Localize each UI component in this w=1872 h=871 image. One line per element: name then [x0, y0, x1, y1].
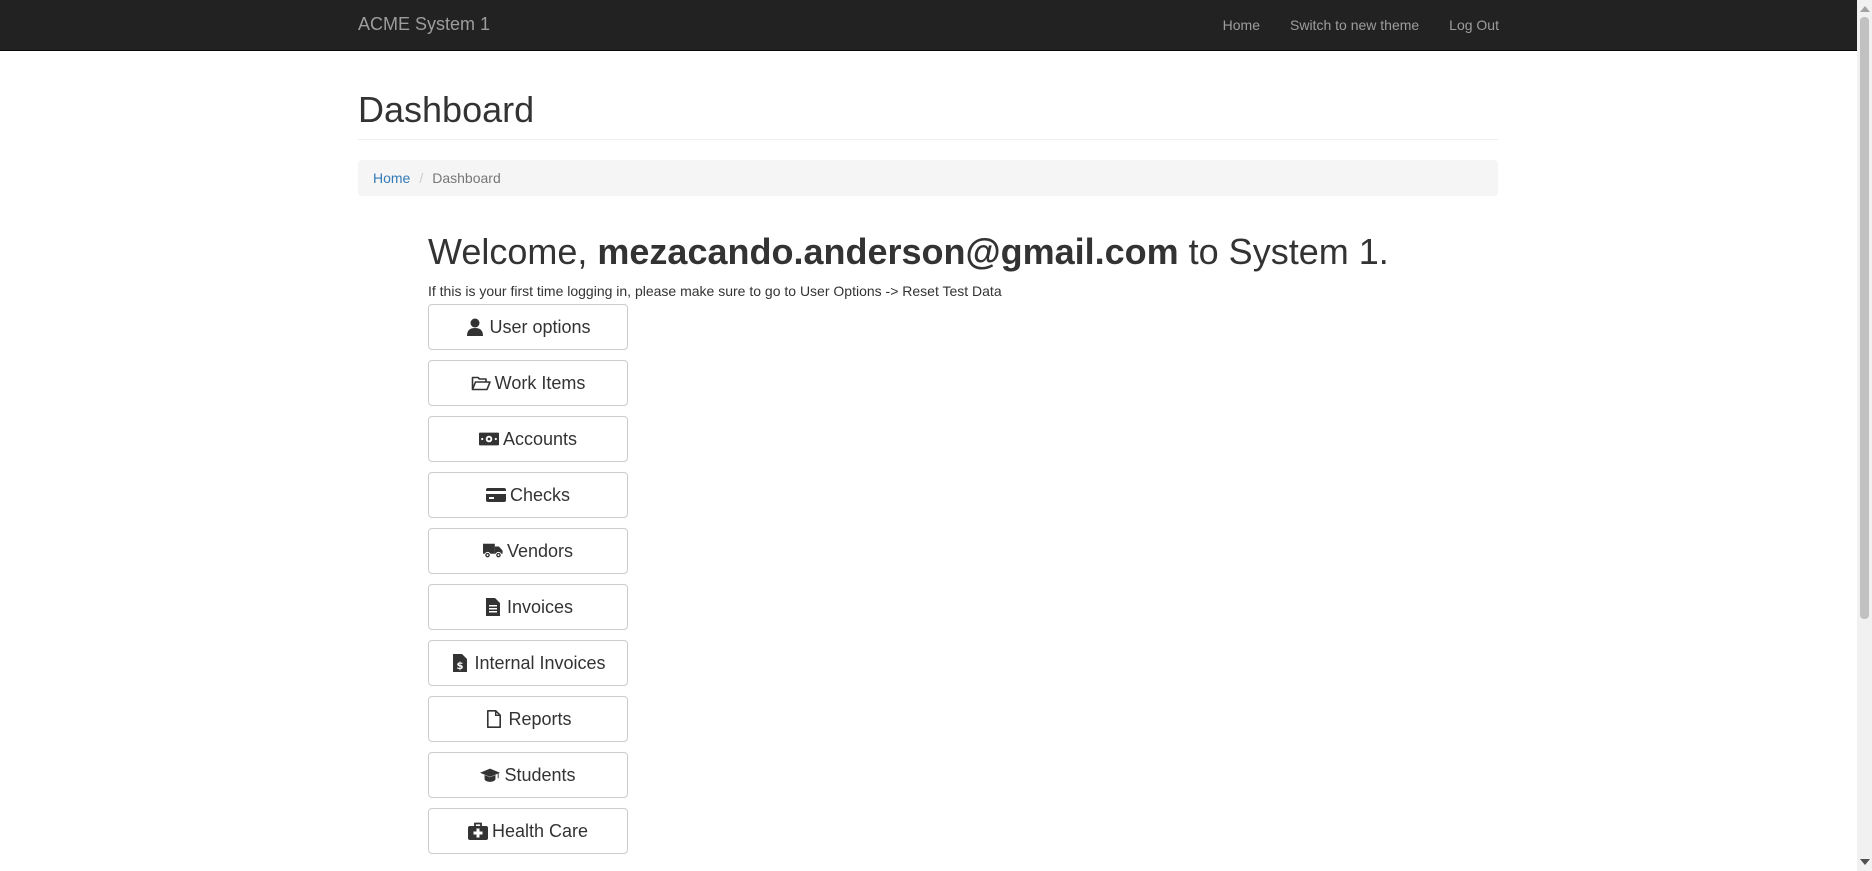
dashboard-menu: User options Work Items Accounts Checks … — [428, 304, 1498, 855]
breadcrumb-home-link[interactable]: Home — [373, 170, 410, 186]
menu-label: Work Items — [494, 372, 586, 393]
svg-text:$: $ — [457, 661, 464, 672]
page-title: Dashboard — [358, 89, 535, 130]
vertical-scrollbar[interactable] — [1857, 0, 1872, 871]
menu-label: User options — [489, 316, 591, 337]
menu-label: Vendors — [506, 540, 574, 561]
vendors-button[interactable]: Vendors — [428, 528, 628, 575]
breadcrumb-separator: / — [419, 169, 424, 186]
folder-open-icon — [471, 373, 491, 393]
scroll-down-arrow-icon[interactable] — [1860, 859, 1870, 865]
truck-icon — [482, 541, 503, 561]
file-icon — [484, 709, 504, 729]
page: ACME System 1 Home Switch to new theme L… — [0, 0, 1872, 871]
menu-label: Health Care — [491, 820, 589, 841]
money-icon — [478, 429, 499, 449]
breadcrumb: Home / Dashboard — [358, 159, 1498, 196]
students-button[interactable]: Students — [428, 752, 628, 799]
credit-card-icon — [485, 485, 506, 505]
checks-button[interactable]: Checks — [428, 472, 628, 519]
page-header: Dashboard — [358, 90, 1498, 140]
internal-invoices-button[interactable]: $ Internal Invoices — [428, 640, 628, 687]
menu-label: Students — [504, 764, 576, 785]
user-icon — [465, 317, 485, 337]
welcome-prefix: Welcome, — [428, 230, 598, 272]
welcome-user: mezacando.anderson@gmail.com — [597, 230, 1179, 272]
welcome-hint: If this is your first time logging in, p… — [428, 283, 1002, 300]
work-items-button[interactable]: Work Items — [428, 360, 628, 407]
medkit-icon — [467, 821, 488, 841]
main-container: Dashboard Home / Dashboard Welcome, meza… — [358, 50, 1498, 855]
menu-label: Reports — [508, 708, 572, 729]
reports-button[interactable]: Reports — [428, 696, 628, 743]
nav-links: Home Switch to new theme Log Out — [1223, 17, 1499, 33]
health-care-button[interactable]: Health Care — [428, 808, 628, 855]
scroll-up-arrow-icon[interactable] — [1860, 6, 1870, 12]
user-options-button[interactable]: User options — [428, 304, 628, 351]
file-invoice-dollar-icon: $ — [450, 653, 470, 673]
nav-switch-theme-link[interactable]: Switch to new theme — [1290, 17, 1419, 33]
welcome-suffix: to System 1. — [1178, 230, 1389, 272]
breadcrumb-current: Dashboard — [432, 169, 501, 186]
top-navbar: ACME System 1 Home Switch to new theme L… — [0, 0, 1857, 51]
menu-label: Invoices — [506, 596, 574, 617]
menu-label: Checks — [509, 484, 571, 505]
brand-link[interactable]: ACME System 1 — [358, 14, 490, 35]
nav-logout-link[interactable]: Log Out — [1449, 17, 1499, 33]
welcome-heading: Welcome, mezacando.anderson@gmail.com to… — [428, 230, 1498, 272]
menu-label: Accounts — [502, 428, 578, 449]
nav-home-link[interactable]: Home — [1223, 17, 1260, 33]
invoices-button[interactable]: Invoices — [428, 584, 628, 631]
scroll-thumb[interactable] — [1860, 17, 1869, 619]
menu-label: Internal Invoices — [474, 652, 606, 673]
file-text-icon — [483, 597, 503, 617]
accounts-button[interactable]: Accounts — [428, 416, 628, 463]
graduation-cap-icon — [480, 765, 501, 785]
welcome-block: Welcome, mezacando.anderson@gmail.com to… — [428, 230, 1498, 855]
